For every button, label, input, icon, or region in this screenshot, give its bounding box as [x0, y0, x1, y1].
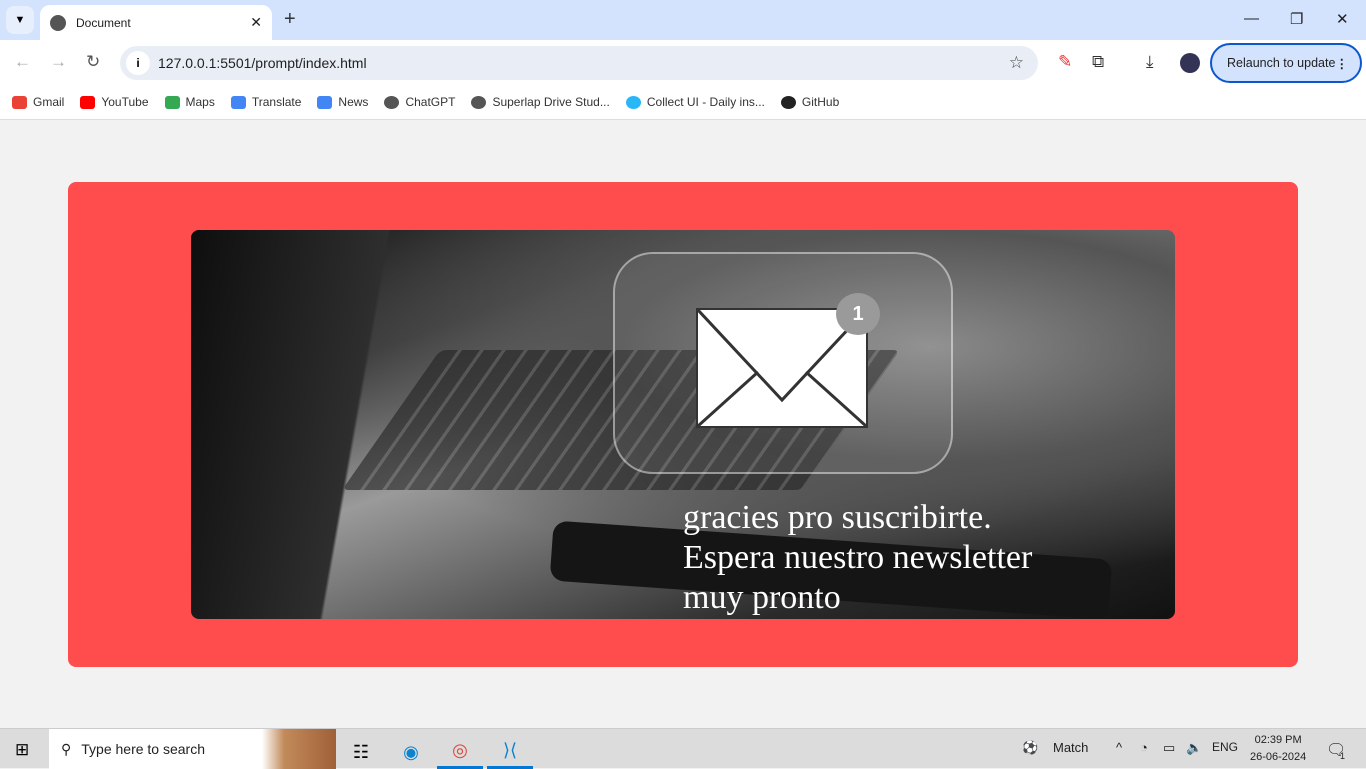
taskbar-search[interactable]: ⚲ Type here to search: [49, 729, 336, 769]
message-line: gracies pro suscribirte.: [683, 499, 992, 536]
translate-icon: [230, 95, 246, 109]
bookmark-gmail[interactable]: Gmail: [12, 95, 64, 109]
bookmark-label: Translate: [251, 95, 302, 109]
bookmark-github[interactable]: GitHub: [780, 95, 840, 109]
puzzle-extensions-icon[interactable]: ⧉: [1092, 52, 1104, 72]
back-button[interactable]: ←: [14, 52, 31, 72]
soccer-ball-icon: ⚽: [1022, 740, 1039, 755]
chevron-down-icon: ▼: [14, 14, 26, 26]
github-icon: [780, 95, 796, 109]
new-tab-button[interactable]: +: [284, 8, 296, 31]
message-line: muy pronto: [683, 579, 841, 616]
url-text[interactable]: 127.0.0.1:5501/prompt/index.html: [158, 55, 367, 71]
language-indicator[interactable]: ENG: [1212, 740, 1238, 754]
time: 02:39 PM: [1254, 734, 1302, 746]
windows-start-icon[interactable]: ⊞: [15, 740, 29, 760]
bookmark-youtube[interactable]: YouTube: [80, 95, 149, 109]
restore-button[interactable]: ❐: [1290, 10, 1303, 28]
minimize-button[interactable]: —: [1244, 10, 1259, 27]
bookmark-maps[interactable]: Maps: [164, 95, 215, 109]
search-placeholder: Type here to search: [81, 741, 206, 757]
bookmark-superlap[interactable]: Superlap Drive Stud...: [471, 95, 610, 109]
tab-document[interactable]: Document ✕: [40, 5, 272, 40]
bookmark-collect-ui[interactable]: Collect UI - Daily ins...: [625, 95, 765, 109]
vscode-icon[interactable]: ⟩⟨: [487, 735, 533, 769]
maps-icon: [164, 95, 180, 109]
thank-you-message: gracies pro suscribirte. Espera nuestro …: [683, 498, 1032, 618]
battery-icon[interactable]: ▭: [1163, 740, 1175, 756]
bookmark-news[interactable]: News: [317, 95, 368, 109]
edge-icon[interactable]: ◉: [388, 735, 434, 769]
globe-icon: [471, 95, 487, 109]
wifi-icon[interactable]: ◔: [1140, 740, 1148, 755]
message-line: Espera nuestro newsletter: [683, 539, 1033, 576]
task-view-icon[interactable]: ☷: [338, 735, 384, 769]
extension-icon[interactable]: ✎: [1058, 52, 1072, 72]
relaunch-label: Relaunch to update: [1227, 56, 1336, 70]
close-window-button[interactable]: ✕: [1336, 10, 1349, 28]
taskbar: ⊞ ⚲ Type here to search ☷ ◉ ◎ ⟩⟨ ⚽ Match…: [0, 728, 1366, 769]
relaunch-button[interactable]: Relaunch to update ⋮: [1210, 43, 1362, 83]
search-icon: ⚲: [61, 740, 72, 757]
bookmark-label: YouTube: [101, 95, 149, 109]
profile-avatar[interactable]: [1180, 53, 1200, 73]
youtube-icon: [80, 95, 96, 109]
address-bar[interactable]: i 127.0.0.1:5501/prompt/index.html ☆: [120, 46, 1038, 80]
bookmark-label: GitHub: [801, 95, 840, 109]
clock[interactable]: 02:39 PM 26-06-2024: [1250, 732, 1306, 766]
bookmark-label: News: [338, 95, 369, 109]
tab-strip: ▼ Document ✕ + — ❐ ✕: [0, 0, 1366, 40]
menu-dots-icon[interactable]: ⋮: [1336, 56, 1349, 71]
volume-icon[interactable]: 🔈: [1186, 740, 1202, 756]
newsletter-image: 1 gracies pro suscribirte. Espera nuestr…: [191, 230, 1175, 619]
close-tab-icon[interactable]: ✕: [250, 14, 262, 31]
news-icon: [317, 95, 333, 109]
weather-label[interactable]: Match: [1053, 740, 1088, 755]
bookmarks-bar: Gmail YouTube Maps Translate News ChatGP…: [0, 85, 1366, 120]
bookmark-label: Gmail: [33, 95, 65, 109]
tab-title: Document: [76, 15, 131, 30]
bookmark-chatgpt[interactable]: ChatGPT: [384, 95, 455, 109]
site-info-icon[interactable]: i: [126, 51, 150, 75]
chevron-up-icon[interactable]: ^: [1116, 740, 1122, 755]
bookmark-label: ChatGPT: [405, 95, 456, 109]
gmail-icon: [12, 95, 27, 109]
chrome-icon[interactable]: ◎: [437, 735, 483, 769]
tab-search-button[interactable]: ▼: [6, 6, 34, 34]
search-highlight-image: [262, 729, 336, 769]
forward-button[interactable]: →: [50, 52, 67, 72]
bookmark-label: Collect UI - Daily ins...: [646, 95, 765, 109]
globe-icon: [50, 14, 66, 31]
reload-button[interactable]: ↻: [86, 52, 100, 72]
date: 26-06-2024: [1250, 751, 1307, 763]
toolbar: ← → ↻ i 127.0.0.1:5501/prompt/index.html…: [0, 40, 1366, 85]
newsletter-card: 1 gracies pro suscribirte. Espera nuestr…: [68, 182, 1298, 667]
download-icon[interactable]: ⤓: [1146, 52, 1154, 72]
chatgpt-icon: [384, 95, 400, 109]
bookmark-star-icon[interactable]: ☆: [1009, 53, 1024, 73]
notification-badge: 1: [836, 293, 880, 335]
bookmark-label: Superlap Drive Stud...: [492, 95, 610, 109]
collect-ui-icon: [625, 95, 641, 109]
notification-count: 1: [1340, 751, 1346, 761]
bookmark-translate[interactable]: Translate: [230, 95, 302, 109]
bookmark-label: Maps: [185, 95, 215, 109]
